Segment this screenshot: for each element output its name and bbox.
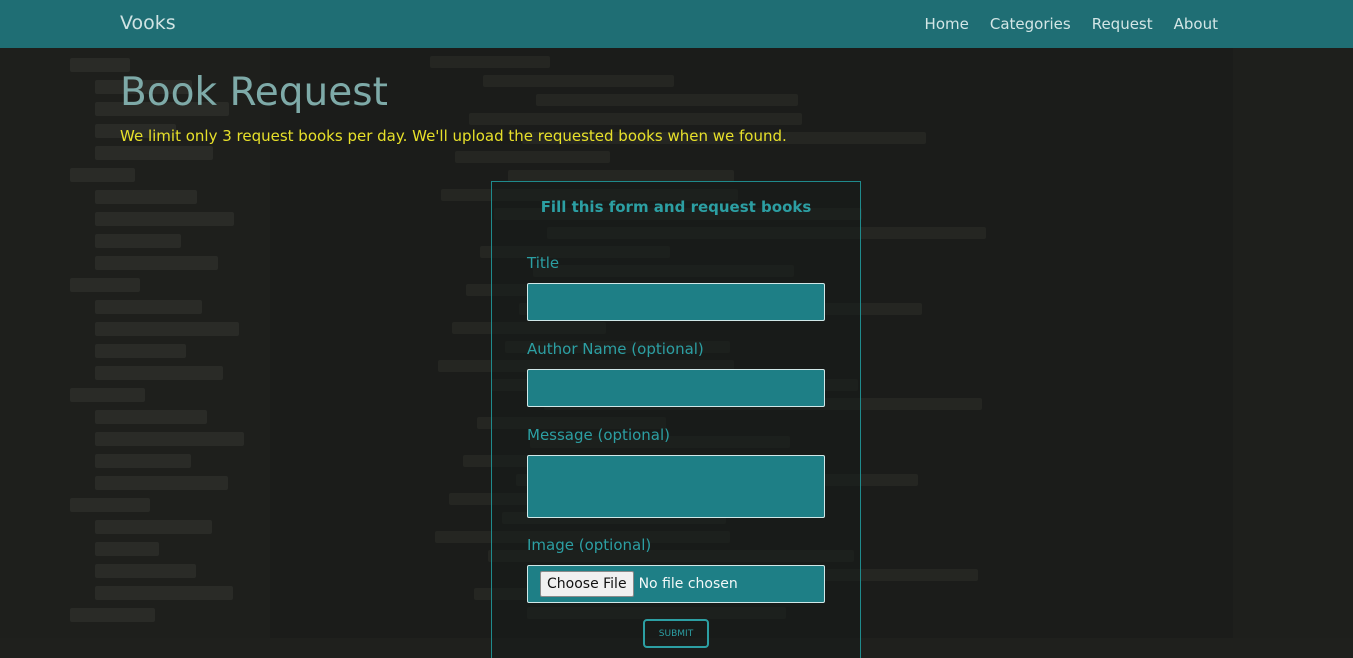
choose-file-button[interactable]: Choose File xyxy=(540,571,634,597)
author-name-label: Author Name (optional) xyxy=(527,340,704,358)
background-tree-row xyxy=(95,476,228,490)
background-minimap xyxy=(1233,0,1353,638)
request-limit-notice: We limit only 3 request books per day. W… xyxy=(120,127,787,145)
background-tree-row xyxy=(95,344,186,358)
background-tree-row xyxy=(70,498,150,512)
background-tree-row xyxy=(95,410,207,424)
background-tree-row xyxy=(95,520,212,534)
background-tree-row xyxy=(95,432,244,446)
title-label: Title xyxy=(527,254,560,272)
background-tree-row xyxy=(95,366,223,380)
background-code-line xyxy=(455,151,610,163)
background-tree-row xyxy=(95,256,218,270)
background-tree-row xyxy=(70,608,155,622)
background-tree-row xyxy=(95,542,159,556)
background-tree-row xyxy=(95,564,196,578)
background-tree-row xyxy=(95,322,239,336)
nav-link-request[interactable]: Request xyxy=(1092,15,1153,33)
background-code-line xyxy=(536,94,798,106)
file-status-text: No file chosen xyxy=(638,576,738,592)
background-tree-row xyxy=(95,234,181,248)
background-tree-row xyxy=(95,146,213,160)
submit-button[interactable]: SUBMIT xyxy=(643,619,709,648)
image-file-input[interactable]: Choose File No file chosen xyxy=(527,565,825,603)
brand-logo[interactable]: Vooks xyxy=(120,12,176,34)
background-tree-row xyxy=(70,168,135,182)
title-input[interactable] xyxy=(527,283,825,321)
book-request-form: Fill this form and request books Title A… xyxy=(491,181,861,658)
background-tree-row xyxy=(70,388,145,402)
background-code-line xyxy=(483,75,674,87)
nav-link-home[interactable]: Home xyxy=(925,15,969,33)
page-title: Book Request xyxy=(120,70,388,115)
background-tree-row xyxy=(95,300,202,314)
nav-links: Home Categories Request About xyxy=(925,15,1218,33)
background-tree-row xyxy=(95,454,191,468)
background-tree-row xyxy=(95,586,233,600)
form-heading: Fill this form and request books xyxy=(540,198,812,216)
navbar: Vooks Home Categories Request About xyxy=(0,0,1353,48)
background-tree-row xyxy=(95,190,197,204)
background-code-line xyxy=(469,113,802,125)
message-label: Message (optional) xyxy=(527,426,671,444)
background-tree-row xyxy=(95,212,234,226)
image-label: Image (optional) xyxy=(527,536,652,554)
nav-link-about[interactable]: About xyxy=(1174,15,1218,33)
author-name-input[interactable] xyxy=(527,369,825,407)
background-tree-row xyxy=(70,278,140,292)
message-textarea[interactable] xyxy=(527,455,825,518)
background-code-line xyxy=(430,56,550,68)
nav-link-categories[interactable]: Categories xyxy=(990,15,1071,33)
